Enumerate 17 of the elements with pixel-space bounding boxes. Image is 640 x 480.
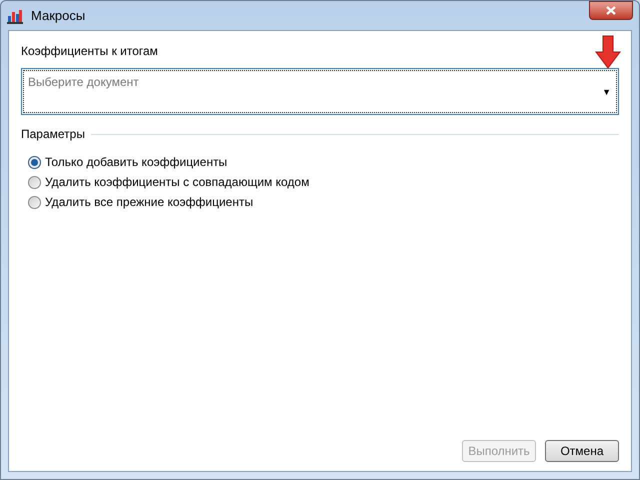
radio-button[interactable] xyxy=(28,196,41,208)
document-dropdown[interactable]: Выберите документ ▼ xyxy=(21,68,619,115)
dropdown-arrow: ▼ xyxy=(602,86,611,99)
app-icon xyxy=(7,8,23,24)
dropdown-placeholder: Выберите документ xyxy=(28,74,139,91)
field-label: Коэффициенты к итогам xyxy=(21,43,159,60)
radio-button[interactable] xyxy=(28,156,41,168)
down-arrow-icon xyxy=(595,35,621,69)
close-button[interactable] xyxy=(589,1,633,20)
close-icon xyxy=(606,6,616,15)
window-title: Макросы xyxy=(31,6,86,25)
group-title: Параметры xyxy=(21,126,85,143)
radio-label: Удалить коэффициенты с совпадающим кодом xyxy=(45,174,310,191)
dialog-button[interactable]: Отмена xyxy=(545,440,619,462)
radio-label: Удалить все прежние коэффициенты xyxy=(45,194,254,211)
radio-button[interactable] xyxy=(28,176,41,188)
radio-label: Только добавить коэффициенты xyxy=(45,154,228,171)
